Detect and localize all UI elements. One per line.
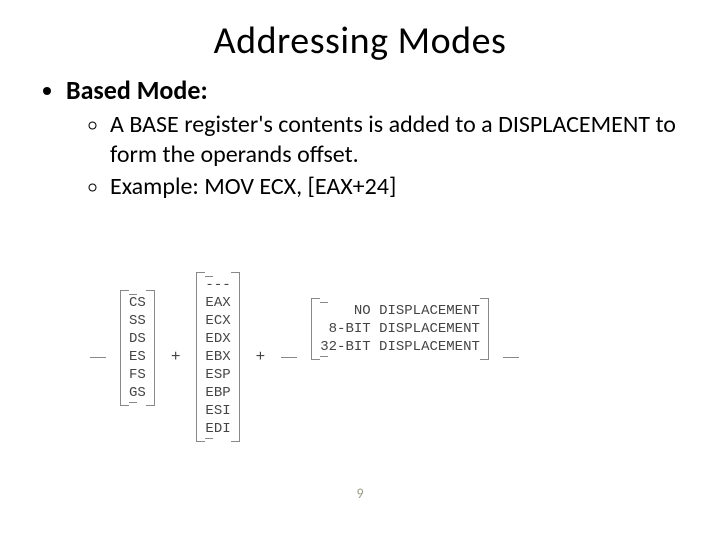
displacement-option: 32-BIT DISPLACEMENT (320, 338, 480, 356)
displacement-box: NO DISPLACEMENT 8-BIT DISPLACEMENT 32-BI… (311, 298, 489, 360)
plus-operator: + (169, 348, 183, 366)
addressing-diagram: CS SS DS ES FS GS + --- EAX ECX EDX EBX … (90, 272, 519, 442)
list-item: A BASE register's contents is added to a… (110, 110, 680, 170)
base-registers-box: --- EAX ECX EDX EBX ESP EBP ESI EDI (196, 272, 239, 442)
base-register: ECX (205, 312, 230, 330)
slide: Addressing Modes Based Mode: A BASE regi… (0, 0, 720, 540)
section-heading: Based Mode: (66, 74, 208, 106)
bullet-list-level2: A BASE register's contents is added to a… (66, 110, 680, 202)
segment-register: DS (129, 330, 146, 348)
segment-register: CS (129, 294, 146, 312)
segment-register: SS (129, 312, 146, 330)
base-register: EDX (205, 330, 230, 348)
displacement-option: 8-BIT DISPLACEMENT (320, 320, 480, 338)
segment-register: GS (129, 384, 146, 402)
base-register: EBP (205, 384, 230, 402)
base-register: EDI (205, 420, 230, 438)
plus-operator: + (254, 348, 268, 366)
base-register: --- (205, 276, 230, 294)
segment-register: ES (129, 348, 146, 366)
list-item: Based Mode: A BASE register's contents i… (66, 74, 680, 202)
page-number: 9 (0, 485, 720, 502)
base-register: EBX (205, 348, 230, 366)
connector-line (503, 357, 519, 358)
displacement-option: NO DISPLACEMENT (320, 302, 480, 320)
segment-registers-box: CS SS DS ES FS GS (120, 290, 155, 406)
connector-line (90, 357, 106, 358)
base-register: ESI (205, 402, 230, 420)
page-title: Addressing Modes (40, 18, 680, 64)
connector-line (281, 357, 297, 358)
segment-register: FS (129, 366, 146, 384)
base-register: EAX (205, 294, 230, 312)
list-item: Example: MOV ECX, [EAX+24] (110, 172, 680, 202)
bullet-list-level1: Based Mode: A BASE register's contents i… (40, 74, 680, 202)
base-register: ESP (205, 366, 230, 384)
